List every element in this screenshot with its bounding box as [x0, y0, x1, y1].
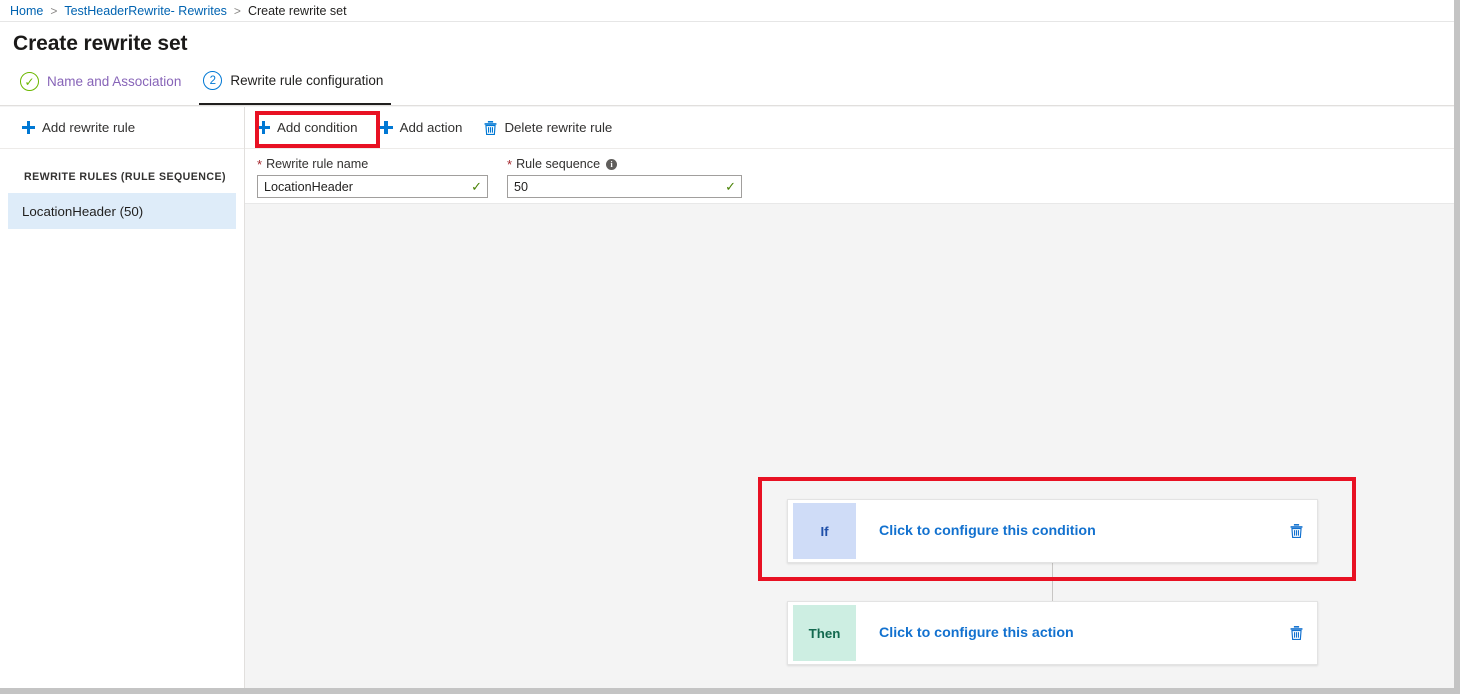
add-condition-label: Add condition: [277, 120, 358, 135]
delete-action-button[interactable]: [1275, 626, 1317, 640]
delete-condition-button[interactable]: [1275, 524, 1317, 538]
rewrite-rule-name-label-text: Rewrite rule name: [266, 157, 368, 171]
tab-name-and-association[interactable]: ✓ Name and Association: [20, 66, 199, 105]
tab-rewrite-rule-configuration[interactable]: 2 Rewrite rule configuration: [199, 66, 391, 105]
trash-icon: [1290, 626, 1303, 640]
condition-badge: If: [793, 503, 856, 559]
rewrite-rule-name-textbox[interactable]: ✓: [257, 175, 488, 198]
rule-sequence-textbox[interactable]: ✓: [507, 175, 742, 198]
action-card[interactable]: Then Click to configure this action: [787, 601, 1318, 665]
check-circle-icon: ✓: [20, 72, 39, 91]
azure-portal-blade: Home > TestHeaderRewrite- Rewrites > Cre…: [0, 0, 1460, 694]
add-condition-button[interactable]: Add condition: [257, 120, 358, 135]
breadcrumb-separator: >: [50, 4, 57, 18]
trash-icon: [484, 121, 497, 135]
plus-icon: [22, 121, 35, 134]
add-rewrite-rule-label: Add rewrite rule: [42, 120, 135, 135]
condition-card[interactable]: If Click to configure this condition: [787, 499, 1318, 563]
plus-icon: [257, 121, 270, 134]
delete-rewrite-rule-button[interactable]: Delete rewrite rule: [484, 120, 612, 135]
tab-label-name-and-association: Name and Association: [47, 74, 181, 89]
sidebar-command-bar: Add rewrite rule: [0, 107, 244, 149]
rule-sequence-field: * Rule sequence i ✓: [507, 157, 742, 203]
rule-sequence-label: * Rule sequence i: [507, 157, 742, 171]
page-title: Create rewrite set: [13, 32, 187, 56]
add-action-button[interactable]: Add action: [380, 120, 463, 135]
action-badge: Then: [793, 605, 856, 661]
rule-sequence-label-text: Rule sequence: [516, 157, 600, 171]
rewrite-rule-name-label: * Rewrite rule name: [257, 157, 488, 171]
required-asterisk: *: [507, 158, 512, 171]
breadcrumb: Home > TestHeaderRewrite- Rewrites > Cre…: [0, 0, 1454, 22]
breadcrumb-item-current: Create rewrite set: [248, 4, 347, 18]
add-rewrite-rule-button[interactable]: Add rewrite rule: [22, 120, 135, 135]
sidebar-section-header: REWRITE RULES (RULE SEQUENCE): [0, 149, 244, 193]
add-action-label: Add action: [400, 120, 463, 135]
configure-action-link[interactable]: Click to configure this action: [856, 625, 1275, 641]
configure-condition-link[interactable]: Click to configure this condition: [856, 523, 1275, 539]
delete-rewrite-rule-label: Delete rewrite rule: [504, 120, 612, 135]
rule-sequence-input[interactable]: [514, 176, 721, 197]
rewrite-rule-name-label: LocationHeader (50): [22, 204, 143, 219]
rewrite-rules-sidebar: Add rewrite rule REWRITE RULES (RULE SEQ…: [0, 107, 245, 694]
rewrite-rule-name-field: * Rewrite rule name ✓: [257, 157, 488, 203]
breadcrumb-separator: >: [234, 4, 241, 18]
list-item[interactable]: LocationHeader (50): [8, 193, 236, 229]
required-asterisk: *: [257, 158, 262, 171]
valid-check-icon: ✓: [471, 180, 482, 193]
wizard-step-tabs: ✓ Name and Association 2 Rewrite rule co…: [0, 66, 1454, 106]
tab-label-rewrite-rule-configuration: Rewrite rule configuration: [230, 73, 383, 88]
info-icon[interactable]: i: [606, 159, 617, 170]
trash-icon: [1290, 524, 1303, 538]
rule-properties-form: * Rewrite rule name ✓ * Rule sequence i …: [245, 149, 1454, 204]
rewrite-rule-list: LocationHeader (50): [0, 193, 244, 229]
rule-command-bar: Add condition Add action Delete rewrite …: [245, 107, 1454, 149]
plus-icon: [380, 121, 393, 134]
blade-title-bar: Create rewrite set: [0, 22, 1454, 66]
step-number-circle-icon: 2: [203, 71, 222, 90]
rewrite-rule-name-input[interactable]: [264, 176, 467, 197]
breadcrumb-item-home[interactable]: Home: [10, 4, 43, 18]
breadcrumb-item-rewrites[interactable]: TestHeaderRewrite- Rewrites: [64, 4, 227, 18]
valid-check-icon: ✓: [725, 180, 736, 193]
